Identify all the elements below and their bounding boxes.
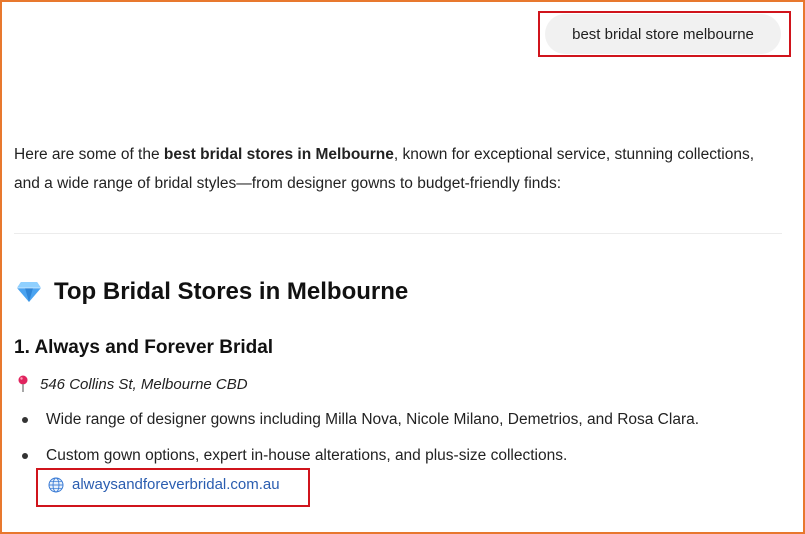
intro-bold: best bridal stores in Melbourne — [163, 146, 394, 163]
list-item: Wide range of designer gowns including M… — [22, 411, 699, 429]
list-item: Custom gown options, expert in-house alt… — [22, 447, 567, 465]
answer-intro: Here are some of the best bridal stores … — [14, 140, 784, 198]
store-website-link[interactable]: alwaysandforeverbridal.com.au — [48, 476, 280, 493]
chat-window: best bridal store melbourne Here are som… — [0, 0, 805, 534]
section-heading: Top Bridal Stores in Melbourne — [16, 278, 408, 306]
bullet-text: Custom gown options, expert in-house alt… — [46, 447, 568, 464]
store-name: Always and Forever Bridal — [34, 337, 274, 358]
store-address-text: 546 Collins St, Melbourne CBD — [40, 375, 248, 393]
gem-icon — [17, 282, 41, 302]
section-divider — [14, 233, 782, 234]
store-address: 546 Collins St, Melbourne CBD — [16, 375, 248, 393]
pin-icon — [18, 375, 28, 392]
globe-icon — [48, 477, 64, 492]
store-website-text[interactable]: alwaysandforeverbridal.com.au — [72, 476, 280, 493]
section-title: Top Bridal Stores in Melbourne — [54, 278, 409, 305]
bullet-dot — [22, 453, 28, 459]
store-number: 1. — [14, 337, 30, 358]
user-query-text: best bridal store melbourne — [572, 25, 754, 43]
bullet-text: Wide range of designer gowns including M… — [46, 411, 700, 428]
bullet-dot — [22, 417, 28, 423]
user-query-bubble: best bridal store melbourne — [545, 14, 781, 54]
store-heading: 1. Always and Forever Bridal — [14, 337, 273, 359]
intro-prefix: Here are some of the — [14, 146, 164, 163]
